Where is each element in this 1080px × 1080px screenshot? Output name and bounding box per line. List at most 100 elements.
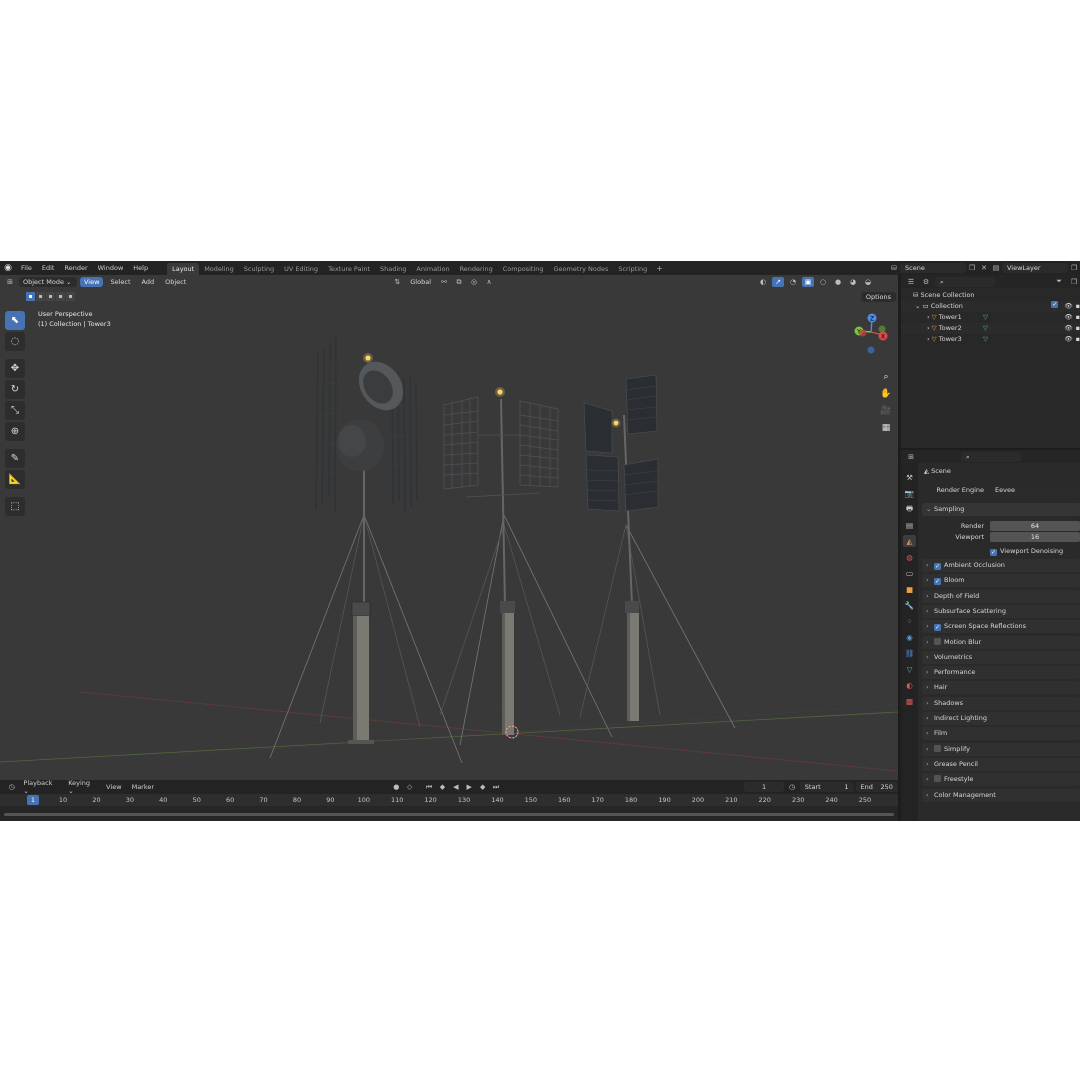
panel-depth-of-field[interactable]: › Depth of Field <box>922 589 1080 603</box>
filter-icon[interactable]: ⏷ <box>1053 277 1065 287</box>
modifier-tab-icon[interactable]: 🔧 <box>903 599 916 611</box>
panel-performance[interactable]: › Performance <box>922 666 1080 680</box>
freestyle-checkbox[interactable] <box>934 775 941 783</box>
screen-space-reflections-checkbox[interactable]: ✓ <box>934 624 941 632</box>
falloff-icon[interactable]: ∧ <box>483 277 495 287</box>
visibility-icon[interactable]: ◐ <box>757 277 769 287</box>
camera-icon[interactable]: ▪ <box>1076 323 1080 334</box>
mode-dropdown[interactable]: Object Mode ⌄ <box>19 277 77 287</box>
panel-subsurface-scattering[interactable]: › Subsurface Scattering <box>922 604 1080 618</box>
panel-motion-blur[interactable]: › Motion Blur <box>922 635 1080 649</box>
current-frame-marker[interactable]: 1 <box>27 795 39 805</box>
tab-geometry-nodes[interactable]: Geometry Nodes <box>549 263 614 275</box>
pan-hand-icon[interactable]: ✋ <box>879 388 893 399</box>
panel-simplify[interactable]: › Simplify <box>922 742 1080 756</box>
jump-end-icon[interactable]: ⏭ <box>490 782 501 792</box>
visibility-eye-icon[interactable]: 👁 <box>1064 301 1072 312</box>
outliner-search-input[interactable]: ⌕ <box>935 276 995 287</box>
render-engine-dropdown[interactable]: Eevee <box>990 485 1080 495</box>
editor-type-icon[interactable]: ⊞ <box>4 277 16 287</box>
xray-icon[interactable]: ▣ <box>802 277 815 287</box>
panel-hair[interactable]: › Hair <box>922 681 1080 695</box>
overlays-icon[interactable]: ◔ <box>787 277 799 287</box>
keyframe-icon[interactable]: ◇ <box>404 782 415 792</box>
outliner-object-tower1[interactable]: › ▽ Tower1 ▽ 👁 ▪ <box>901 312 1080 323</box>
next-keyframe-icon[interactable]: ◆ <box>477 782 488 792</box>
prev-keyframe-icon[interactable]: ◆ <box>437 782 448 792</box>
viewport-denoising-checkbox[interactable]: ✓ <box>990 549 997 556</box>
material-shading-icon[interactable]: ◕ <box>847 277 859 287</box>
zoom-icon[interactable]: ⌕ <box>879 371 893 382</box>
panel-freestyle[interactable]: › Freestyle <box>922 773 1080 787</box>
world-tab-icon[interactable]: ◍ <box>903 551 916 563</box>
menu-help[interactable]: Help <box>128 261 153 275</box>
panel-volumetrics[interactable]: › Volumetrics <box>922 650 1080 664</box>
outliner-object-tower2[interactable]: › ▽ Tower2 ▽ 👁 ▪ <box>901 323 1080 334</box>
timeline-scrollbar[interactable] <box>4 813 894 816</box>
menu-view[interactable]: View <box>80 277 104 287</box>
add-cube-tool-icon[interactable]: ⬚ <box>5 497 25 516</box>
camera-icon[interactable]: ▪ <box>1076 334 1080 345</box>
tab-animation[interactable]: Animation <box>411 263 454 275</box>
tab-shading[interactable]: Shading <box>375 263 411 275</box>
panel-screen-space-reflections[interactable]: › ✓ Screen Space Reflections <box>922 620 1080 634</box>
camera-icon[interactable]: ▪ <box>1076 312 1080 323</box>
current-frame-field[interactable]: 1 <box>743 782 785 792</box>
outliner-editor-type-icon[interactable]: ☰ <box>905 277 917 287</box>
display-mode-icon[interactable]: ⚙ <box>920 277 932 287</box>
outliner-object-tower3[interactable]: › ▽ Tower3 ▽ 👁 ▪ <box>901 334 1080 345</box>
collection-include-checkbox[interactable]: ✓ <box>1051 301 1059 308</box>
menu-timeline-view[interactable]: View <box>102 783 125 791</box>
move-tool-icon[interactable]: ✥ <box>5 359 25 378</box>
scene-tab-icon[interactable]: ◭ <box>903 535 916 547</box>
tab-layout[interactable]: Layout <box>167 263 200 275</box>
output-tab-icon[interactable]: 🖶 <box>903 503 916 515</box>
properties-search-input[interactable]: ⌕ <box>961 451 1021 462</box>
menu-render[interactable]: Render <box>59 261 92 275</box>
menu-file[interactable]: File <box>16 261 37 275</box>
annotate-tool-icon[interactable]: ✎ <box>5 449 25 468</box>
tab-sculpting[interactable]: Sculpting <box>239 263 279 275</box>
data-tab-icon[interactable]: ▽ <box>903 663 916 675</box>
collapse-chevron-icon[interactable]: ⌄ <box>915 302 923 310</box>
particles-tab-icon[interactable]: ⁘ <box>903 615 916 627</box>
outliner-scene-collection[interactable]: ⛁ Scene Collection <box>901 290 1080 301</box>
viewport-samples-field[interactable]: 16 <box>990 532 1080 542</box>
menu-object[interactable]: Object <box>161 277 190 287</box>
ambient-occlusion-checkbox[interactable]: ✓ <box>934 563 941 570</box>
select-intersect-icon[interactable]: ▪ <box>66 292 75 301</box>
remove-scene-icon[interactable]: ✕ <box>978 263 990 273</box>
visibility-eye-icon[interactable]: 👁 <box>1064 312 1072 323</box>
visibility-eye-icon[interactable]: 👁 <box>1064 323 1072 334</box>
menu-marker[interactable]: Marker <box>128 783 158 791</box>
panel-film[interactable]: › Film <box>922 727 1080 741</box>
viewport-denoising-row[interactable]: ✓ Viewport Denoising <box>920 544 1080 558</box>
collection-tab-icon[interactable]: ▭ <box>903 567 916 579</box>
panel-color-management[interactable]: › Color Management <box>922 788 1080 802</box>
panel-shadows[interactable]: › Shadows <box>922 696 1080 710</box>
snap-icon[interactable]: ⧉ <box>453 277 465 287</box>
tab-scripting[interactable]: Scripting <box>613 263 652 275</box>
tab-uv-editing[interactable]: UV Editing <box>279 263 323 275</box>
3d-viewport[interactable]: ⊞ Object Mode ⌄ View Select Add Object ⇅… <box>0 275 898 780</box>
scene-icon[interactable]: ⛁ <box>888 263 900 273</box>
constraints-tab-icon[interactable]: ⛓ <box>903 647 916 659</box>
blender-logo-icon[interactable]: ◉ <box>0 261 16 275</box>
tool-tab-icon[interactable]: ⚒ <box>903 471 916 483</box>
scene-selector[interactable]: Scene <box>900 263 966 273</box>
sampling-panel-header[interactable]: ⌄ Sampling <box>922 503 1080 516</box>
menu-edit[interactable]: Edit <box>37 261 60 275</box>
transform-orientation-dropdown[interactable]: Global <box>406 277 435 287</box>
timeline-area[interactable] <box>0 806 898 821</box>
new-view-layer-icon[interactable]: ❐ <box>1068 263 1080 273</box>
scale-tool-icon[interactable]: ⤡ <box>5 401 25 420</box>
panel-indirect-lighting[interactable]: › Indirect Lighting <box>922 712 1080 725</box>
navigation-gizmo[interactable]: X Y Z <box>846 309 896 364</box>
play-icon[interactable]: ▶ <box>464 782 475 792</box>
preview-range-icon[interactable]: ◷ <box>786 782 797 792</box>
wireframe-shading-icon[interactable]: ○ <box>817 277 829 287</box>
physics-tab-icon[interactable]: ◉ <box>903 631 916 643</box>
panel-bloom[interactable]: › ✓ Bloom <box>922 574 1080 588</box>
view-layer-selector[interactable]: ViewLayer <box>1002 263 1068 273</box>
end-frame-field[interactable]: End 250 <box>855 782 898 792</box>
